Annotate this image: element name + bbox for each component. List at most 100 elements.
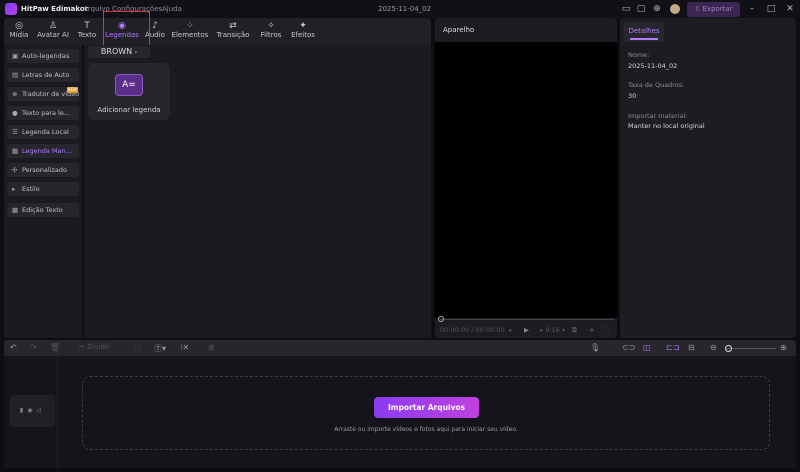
maximize-icon[interactable]: □ [766, 4, 776, 14]
track-header: ▮◉◁ [10, 395, 55, 427]
text-tool-icon[interactable]: Ⓣ▾ [154, 343, 166, 354]
filters-icon: ✧ [267, 21, 275, 31]
preview-screen [435, 42, 617, 318]
split-label: Dividir [87, 343, 110, 351]
subtitle-tool-icon[interactable]: ⁝✕ [180, 343, 189, 352]
new-badge: NEW [66, 87, 78, 93]
sidebar-item-personalizado[interactable]: ✣ Personalizado [7, 163, 79, 177]
sidebar-item-letras[interactable]: ▤ Letras de Auto [7, 68, 79, 82]
avatar-icon: ♙ [48, 21, 58, 31]
sidebar-item-label: Letras de Auto [22, 71, 70, 79]
upload-icon: ⇧ [694, 5, 703, 13]
tab-midia[interactable]: ◎ Mídia [4, 18, 34, 45]
prev-frame-icon[interactable]: ◂ [508, 326, 511, 334]
filter-dropdown[interactable]: BROWN › [88, 46, 150, 58]
custom-icon: ✣ [12, 166, 18, 174]
tab-label: Efeitos [291, 31, 315, 39]
fullscreen-icon[interactable]: ⛶ [605, 326, 610, 335]
manual-subtitle-icon: ▦ [12, 147, 19, 155]
minimize-icon[interactable]: – [747, 4, 757, 14]
ratio-dropdown[interactable]: ▸ 9:16 ▾ [540, 326, 565, 334]
crop-icon[interactable]: # [589, 326, 594, 334]
undo-icon[interactable]: ↶ [10, 343, 17, 352]
delete-icon[interactable]: 🗑 [50, 343, 60, 352]
sidebar-item-label: Texto para le... [22, 109, 71, 117]
elements-icon: ⁘ [186, 21, 194, 31]
redo-icon[interactable]: ↷ [30, 343, 37, 352]
media-icon: ◎ [15, 21, 23, 31]
add-track-icon[interactable]: ⊞ [208, 343, 215, 352]
effects-icon: ✦ [299, 21, 307, 31]
play-icon[interactable]: ▶ [524, 326, 529, 334]
sidebar: ▣ Auto-legendas ▤ Letras de Auto ⊗ Tradutor… [4, 45, 82, 338]
sidebar-item-label: Estilo [22, 185, 40, 193]
playback-scrubber[interactable] [440, 319, 614, 320]
tab-texto[interactable]: T Texto [72, 18, 102, 45]
project-name: 2025-11-04_02 [378, 5, 432, 13]
main-tabs: ◎ Mídia ♙ Avatar AI T Texto ◉ Legendas ♪ Áudi… [4, 18, 431, 45]
app-logo [5, 3, 17, 15]
import-files-button[interactable]: Importar Arquivos [374, 397, 479, 418]
split-button[interactable]: ✂ Dividir [79, 343, 110, 351]
menu-ajuda[interactable]: Ajuda [162, 5, 182, 13]
scissors-icon: ✂ [79, 343, 88, 351]
tab-label: Mídia [9, 31, 29, 39]
split-view-icon[interactable]: ⊏⊐ [666, 343, 679, 352]
highlight-box [103, 11, 150, 47]
drop-hint: Arraste ou importe vídeos e fotos aqui p… [334, 426, 518, 433]
link-icon[interactable]: ⊂⊃ [622, 343, 635, 352]
download-icon[interactable]: ⊕ [652, 4, 662, 14]
sidebar-item-estilo[interactable]: ▸ Estilo [7, 182, 79, 196]
sidebar-item-texto-para-legenda[interactable]: ● Texto para le... [7, 106, 79, 120]
text-edit-icon: ▩ [12, 206, 19, 214]
add-subtitle-label: Adicionar legenda [97, 106, 161, 114]
time-display: 00:00:00 / 00:00:00 [440, 326, 505, 334]
caret-right-icon: ▸ [12, 185, 16, 193]
export-button[interactable]: ⇧ Exportar [687, 2, 740, 17]
text-icon: T [84, 21, 90, 31]
tab-label: Texto [77, 31, 97, 39]
tab-transicao[interactable]: ⇄ Transição [212, 18, 254, 45]
microphone-icon[interactable]: 🎙 [590, 343, 600, 352]
track-divider [57, 356, 58, 468]
preview-title: Aparelho [443, 26, 475, 34]
volume-icon[interactable]: ◁ [36, 407, 45, 414]
import-label: Importar material: [628, 112, 688, 120]
fps-value: 30 [628, 92, 637, 100]
cc-icon: ▣ [12, 52, 19, 60]
tab-efeitos[interactable]: ✦ Efeitos [288, 18, 318, 45]
close-icon[interactable]: ✕ [785, 4, 795, 14]
sidebar-item-legenda-local[interactable]: ☰ Legenda Local [7, 125, 79, 139]
tab-filtros[interactable]: ✧ Filtros [254, 18, 288, 45]
magnet-icon[interactable]: ◫ [643, 343, 651, 352]
sidebar-item-tradutor[interactable]: ⊗ Tradutor de vídeo NEW [7, 87, 79, 101]
sidebar-item-edicao-texto[interactable]: ▩ Edição Texto [7, 203, 79, 217]
sidebar-item-legenda-manual[interactable]: ▦ Legenda Man... [7, 144, 79, 158]
snapshot-icon[interactable]: ◘ [572, 326, 577, 334]
zoom-out-icon[interactable]: ⊖ [710, 343, 717, 352]
zoom-in-icon[interactable]: ⊕ [780, 343, 787, 352]
lyrics-icon: ▤ [12, 71, 19, 79]
tab-indicator [630, 38, 658, 40]
sidebar-item-auto-legendas[interactable]: ▣ Auto-legendas [7, 49, 79, 63]
sidebar-item-label: Legenda Man... [22, 147, 72, 155]
layout-icon[interactable]: ▭ [621, 4, 631, 14]
fit-icon[interactable]: ⊟ [688, 343, 695, 352]
scrubber-handle[interactable] [438, 316, 444, 322]
app-title: HitPaw Edimakor [21, 5, 89, 13]
chevron-right-icon: › [134, 49, 138, 56]
sidebar-item-label: Auto-legendas [22, 52, 70, 60]
tab-avatar-ai[interactable]: ♙ Avatar AI [34, 18, 72, 45]
tab-label: Transição [216, 31, 250, 39]
tab-elementos[interactable]: ⁘ Elementos [168, 18, 212, 45]
sidebar-item-label: Legenda Local [22, 128, 69, 136]
zoom-slider-handle[interactable] [725, 345, 732, 352]
zoom-slider[interactable] [726, 348, 776, 349]
tts-icon: ● [12, 109, 18, 117]
fps-label: Taxa de Quadros: [628, 81, 685, 89]
shield-icon[interactable]: ◌ [134, 343, 141, 352]
name-value: 2025-11-04_02 [628, 62, 678, 70]
feedback-icon[interactable]: ▢ [636, 4, 646, 14]
import-value: Manter no local original [628, 122, 705, 130]
avatar[interactable] [670, 4, 680, 14]
